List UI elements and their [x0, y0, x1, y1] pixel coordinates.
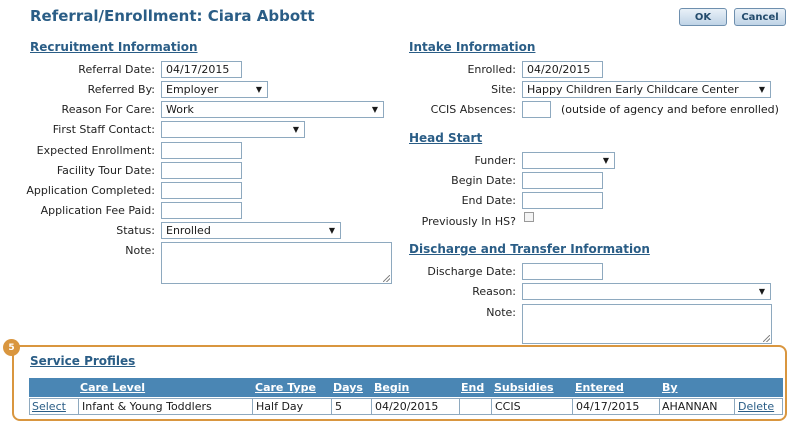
- column-header-begin[interactable]: Begin: [374, 381, 409, 394]
- note-textarea[interactable]: [161, 242, 392, 284]
- cell-divider: [659, 398, 660, 415]
- referred-by-select[interactable]: Employer ▼: [161, 81, 268, 98]
- first-staff-contact-label: First Staff Contact:: [52, 123, 155, 136]
- referral-date-label: Referral Date:: [78, 63, 155, 76]
- reason-for-care-value: Work: [166, 103, 194, 116]
- cell-care-type: Half Day: [256, 400, 304, 413]
- column-header-subsidies[interactable]: Subsidies: [494, 381, 554, 394]
- cell-subsidies: CCIS: [495, 400, 521, 413]
- column-header-entered[interactable]: Entered: [575, 381, 624, 394]
- page-title: Referral/Enrollment: Ciara Abbott: [30, 7, 315, 25]
- column-header-care-level[interactable]: Care Level: [80, 381, 145, 394]
- enrolled-label: Enrolled:: [467, 63, 516, 76]
- cell-divider: [371, 398, 372, 415]
- cell-divider: [331, 398, 332, 415]
- recruitment-section-title[interactable]: Recruitment Information: [30, 40, 198, 54]
- discharge-reason-select[interactable]: ▼: [522, 283, 771, 300]
- note-label: Note:: [125, 244, 155, 257]
- reason-for-care-select[interactable]: Work ▼: [161, 101, 384, 118]
- facility-tour-date-input[interactable]: [161, 162, 242, 179]
- chevron-down-icon: ▼: [328, 226, 335, 235]
- funder-select[interactable]: ▼: [522, 152, 615, 169]
- discharge-note-label: Note:: [486, 306, 516, 319]
- resize-grip-icon[interactable]: [763, 335, 770, 342]
- application-completed-label: Application Completed:: [26, 184, 155, 197]
- chevron-down-icon: ▼: [255, 85, 262, 94]
- ccis-absences-hint: (outside of agency and before enrolled): [561, 103, 779, 116]
- delete-link[interactable]: Delete: [738, 400, 774, 413]
- site-value: Happy Children Early Childcare Center: [527, 83, 739, 96]
- cell-entered: 04/17/2015: [576, 400, 640, 413]
- first-staff-contact-select[interactable]: ▼: [161, 121, 305, 138]
- application-completed-input[interactable]: [161, 182, 242, 199]
- column-header-care-type[interactable]: Care Type: [255, 381, 316, 394]
- chevron-down-icon: ▼: [292, 125, 299, 134]
- cell-divider: [78, 398, 79, 415]
- ok-button[interactable]: OK: [679, 8, 727, 26]
- enrolled-input[interactable]: 04/20/2015: [522, 61, 603, 78]
- status-value: Enrolled: [166, 224, 211, 237]
- previously-in-hs-checkbox[interactable]: [524, 212, 534, 222]
- cell-divider: [734, 398, 735, 415]
- chevron-down-icon: ▼: [758, 85, 765, 94]
- end-date-input[interactable]: [522, 192, 603, 209]
- resize-grip-icon[interactable]: [383, 275, 390, 282]
- chevron-down-icon: ▼: [758, 287, 765, 296]
- discharge-date-input[interactable]: [522, 263, 603, 280]
- expected-enrollment-input[interactable]: [161, 142, 242, 159]
- discharge-reason-label: Reason:: [472, 285, 516, 298]
- expected-enrollment-label: Expected Enrollment:: [36, 144, 155, 157]
- referred-by-label: Referred By:: [87, 83, 155, 96]
- ccis-absences-label: CCIS Absences:: [430, 103, 516, 116]
- cell-divider: [572, 398, 573, 415]
- site-label: Site:: [491, 83, 516, 96]
- site-select[interactable]: Happy Children Early Childcare Center ▼: [522, 81, 771, 98]
- status-select[interactable]: Enrolled ▼: [161, 222, 341, 239]
- previously-in-hs-label: Previously In HS?: [421, 215, 516, 228]
- column-header-by[interactable]: By: [662, 381, 678, 394]
- ccis-absences-input[interactable]: [522, 101, 551, 118]
- application-fee-paid-label: Application Fee Paid:: [40, 204, 155, 217]
- cell-divider: [459, 398, 460, 415]
- cell-begin: 04/20/2015: [375, 400, 439, 413]
- head-start-section-title[interactable]: Head Start: [409, 131, 482, 145]
- chevron-down-icon: ▼: [602, 156, 609, 165]
- begin-date-input[interactable]: [522, 172, 603, 189]
- referral-date-input[interactable]: 04/17/2015: [161, 61, 242, 78]
- step-badge: 5: [3, 339, 20, 356]
- discharge-section-title[interactable]: Discharge and Transfer Information: [409, 242, 650, 256]
- column-header-end[interactable]: End: [461, 381, 484, 394]
- funder-label: Funder:: [474, 154, 516, 167]
- chevron-down-icon: ▼: [371, 105, 378, 114]
- cell-by: AHANNAN: [662, 400, 718, 413]
- reason-for-care-label: Reason For Care:: [61, 103, 155, 116]
- cancel-button[interactable]: Cancel: [734, 8, 786, 26]
- referred-by-value: Employer: [166, 83, 219, 96]
- service-profiles-title[interactable]: Service Profiles: [30, 354, 135, 368]
- discharge-note-textarea[interactable]: [522, 304, 772, 344]
- cell-days: 5: [335, 400, 342, 413]
- discharge-date-label: Discharge Date:: [427, 265, 516, 278]
- begin-date-label: Begin Date:: [451, 174, 516, 187]
- cell-divider: [491, 398, 492, 415]
- application-fee-paid-input[interactable]: [161, 202, 242, 219]
- end-date-label: End Date:: [461, 194, 516, 207]
- cell-divider: [252, 398, 253, 415]
- cell-care-level: Infant & Young Toddlers: [82, 400, 212, 413]
- status-label: Status:: [116, 224, 155, 237]
- select-link[interactable]: Select: [32, 400, 66, 413]
- intake-section-title[interactable]: Intake Information: [409, 40, 535, 54]
- facility-tour-date-label: Facility Tour Date:: [56, 164, 155, 177]
- column-header-days[interactable]: Days: [333, 381, 363, 394]
